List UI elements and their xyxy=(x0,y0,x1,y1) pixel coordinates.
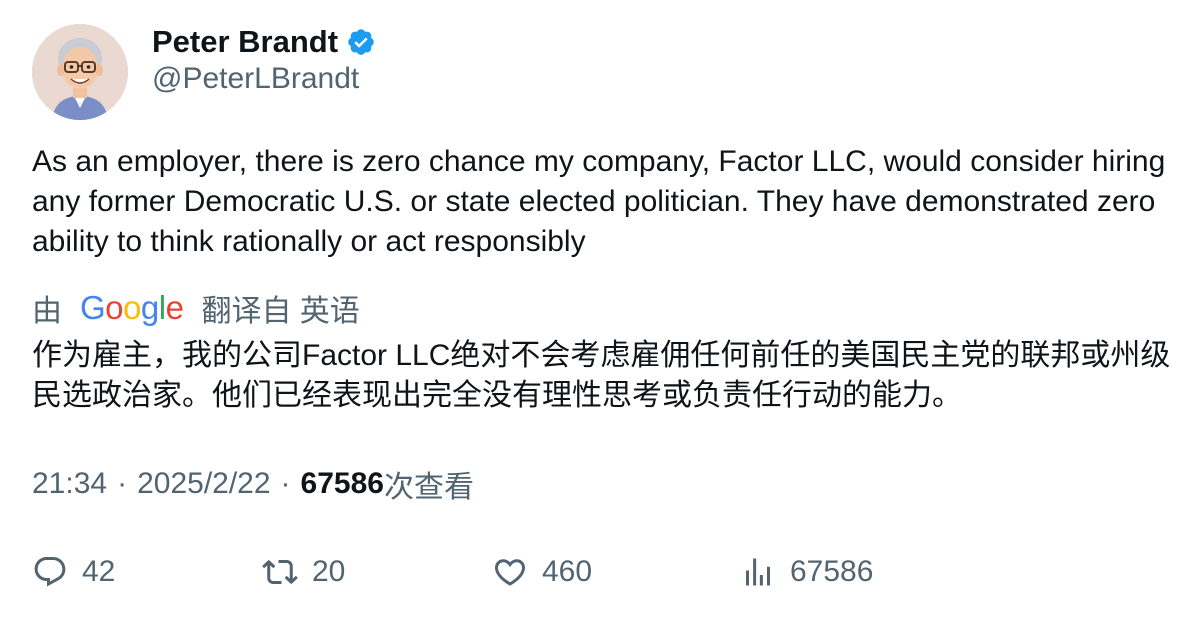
author-display-name[interactable]: Peter Brandt xyxy=(152,24,338,60)
reply-button[interactable]: 42 xyxy=(32,552,115,592)
author-name-row: Peter Brandt xyxy=(152,22,376,62)
translation-prefix: 由 xyxy=(32,295,62,328)
google-letter-2: o xyxy=(105,289,124,326)
avatar-image xyxy=(32,24,128,120)
google-letter-1: G xyxy=(80,289,106,326)
tweet-meta: 21:34 · 2025/2/22 · 67586 次查看 xyxy=(32,464,474,504)
views-button[interactable]: 67586 xyxy=(740,552,873,592)
google-logo[interactable]: Google xyxy=(80,289,184,327)
retweet-count: 20 xyxy=(312,555,346,588)
google-letter-3: o xyxy=(123,289,141,326)
translation-attribution: 由 Google 翻译自 英语 xyxy=(32,288,360,328)
views-label: 次查看 xyxy=(383,471,474,504)
heart-icon xyxy=(494,559,526,586)
meta-separator: · xyxy=(117,467,128,500)
views-count: 67586 xyxy=(300,467,384,500)
tweet-text: As an employer, there is zero chance my … xyxy=(32,145,1166,258)
retweet-icon xyxy=(262,559,298,585)
views-bar-chart-icon xyxy=(746,558,770,586)
reply-icon xyxy=(34,557,66,587)
translated-tweet-text: 作为雇主，我的公司Factor LLC绝对不会考虑雇佣任何前任的美国民主党的联邦… xyxy=(32,339,1171,412)
google-letter-4: g xyxy=(140,289,159,326)
google-letter-5: l xyxy=(158,289,166,326)
avatar[interactable] xyxy=(32,24,128,120)
google-letter-6: e xyxy=(165,289,184,326)
tweet-date[interactable]: 2025/2/22 xyxy=(137,467,270,501)
like-count: 460 xyxy=(542,555,593,588)
translation-suffix: 翻译自 英语 xyxy=(201,295,360,328)
verified-badge-icon[interactable] xyxy=(346,27,376,57)
tweet-time[interactable]: 21:34 xyxy=(32,467,107,501)
retweet-button[interactable]: 20 xyxy=(262,552,345,592)
reply-count: 42 xyxy=(82,555,116,588)
meta-separator: · xyxy=(280,467,291,500)
like-button[interactable]: 460 xyxy=(492,552,592,592)
views-action-count: 67586 xyxy=(790,555,874,588)
author-handle[interactable]: @PeterLBrandt xyxy=(152,62,359,96)
